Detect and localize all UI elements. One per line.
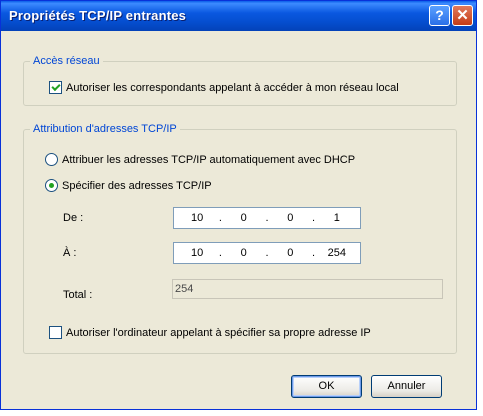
to-ip-field[interactable]: 10 . 0 . 0 . 254 (173, 242, 361, 264)
dhcp-option-label: Attribuer les adresses TCP/IP automatiqu… (62, 153, 356, 166)
tcpip-assignment-legend: Attribution d'adresses TCP/IP (30, 123, 180, 135)
allow-own-ip-row[interactable]: Autoriser l'ordinateur appelant à spécif… (49, 326, 371, 339)
specify-option-row[interactable]: Spécifier des adresses TCP/IP (45, 179, 212, 192)
from-label: De : (63, 212, 84, 224)
octet-separator: . (312, 212, 316, 224)
dialog-window: Propriétés TCP/IP entrantes ? ✕ Accès ré… (0, 0, 477, 410)
help-button[interactable]: ? (429, 5, 450, 26)
close-button[interactable]: ✕ (452, 5, 473, 26)
window-title: Propriétés TCP/IP entrantes (9, 8, 187, 23)
allow-own-ip-checkbox[interactable] (49, 326, 62, 339)
to-label: À : (63, 247, 77, 259)
checkmark-icon (50, 81, 61, 92)
from-octet-2[interactable]: 0 (230, 212, 258, 224)
allow-local-access-checkbox[interactable] (49, 81, 62, 94)
dhcp-option-row[interactable]: Attribuer les adresses TCP/IP automatiqu… (45, 153, 355, 166)
cancel-button[interactable]: Annuler (371, 375, 442, 398)
network-access-legend: Accès réseau (30, 55, 103, 67)
octet-separator: . (265, 247, 269, 259)
dhcp-radio[interactable] (45, 153, 58, 166)
radio-selected-dot (49, 183, 54, 188)
total-value: 254 (172, 279, 443, 299)
from-octet-4[interactable]: 1 (323, 212, 351, 224)
ok-button[interactable]: OK (291, 375, 362, 398)
allow-own-ip-label: Autoriser l'ordinateur appelant à spécif… (66, 326, 371, 339)
title-bar[interactable]: Propriétés TCP/IP entrantes ? ✕ (1, 1, 476, 31)
specify-radio[interactable] (45, 179, 58, 192)
octet-separator: . (312, 247, 316, 259)
to-octet-3[interactable]: 0 (276, 247, 304, 259)
octet-separator: . (265, 212, 269, 224)
allow-local-access-row[interactable]: Autoriser les correspondants appelant à … (49, 81, 399, 94)
to-octet-4[interactable]: 254 (323, 247, 351, 259)
to-octet-1[interactable]: 10 (183, 247, 211, 259)
from-ip-field[interactable]: 10 . 0 . 0 . 1 (173, 207, 361, 229)
octet-separator: . (218, 212, 222, 224)
allow-local-access-label: Autoriser les correspondants appelant à … (66, 81, 399, 94)
specify-option-label: Spécifier des adresses TCP/IP (62, 179, 212, 192)
total-label: Total : (63, 289, 93, 301)
octet-separator: . (218, 247, 222, 259)
to-octet-2[interactable]: 0 (230, 247, 258, 259)
from-octet-1[interactable]: 10 (183, 212, 211, 224)
from-octet-3[interactable]: 0 (276, 212, 304, 224)
